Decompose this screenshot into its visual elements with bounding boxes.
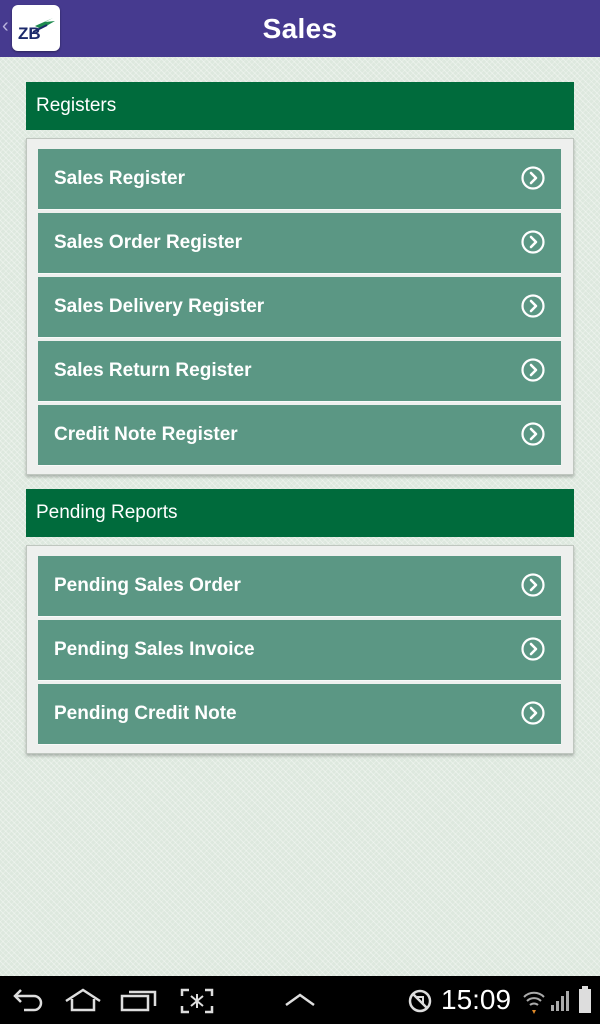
up-chevron-icon[interactable] xyxy=(284,992,316,1008)
home-icon[interactable] xyxy=(63,988,103,1012)
menu-item-pending-sales-order[interactable]: Pending Sales Order xyxy=(38,556,561,616)
battery-icon xyxy=(579,986,591,1013)
menu-item-sales-order-register[interactable]: Sales Order Register xyxy=(38,213,561,273)
back-chevron-icon[interactable]: ‹ xyxy=(2,16,9,36)
wifi-icon xyxy=(523,991,545,1014)
menu-item-label: Pending Credit Note xyxy=(54,703,237,724)
chevron-right-circle-icon xyxy=(521,230,545,254)
chevron-right-circle-icon xyxy=(521,637,545,661)
menu-item-pending-sales-invoice[interactable]: Pending Sales Invoice xyxy=(38,620,561,680)
system-navigation-bar: 15:09 xyxy=(0,976,600,1024)
chevron-right-circle-icon xyxy=(521,358,545,382)
zb-logo-icon: ZB xyxy=(18,18,55,43)
menu-item-label: Credit Note Register xyxy=(54,424,238,445)
section-header-pending-reports: Pending Reports xyxy=(26,489,574,537)
menu-item-sales-register[interactable]: Sales Register xyxy=(38,149,561,209)
menu-item-sales-return-register[interactable]: Sales Return Register xyxy=(38,341,561,401)
menu-item-pending-credit-note[interactable]: Pending Credit Note xyxy=(38,684,561,744)
menu-item-label: Pending Sales Order xyxy=(54,575,241,596)
action-bar: ‹ ZB Sales xyxy=(0,0,600,57)
pending-reports-panel: Pending Sales Order Pending Sales Invoic… xyxy=(26,545,574,754)
chevron-right-circle-icon xyxy=(521,294,545,318)
menu-item-label: Sales Order Register xyxy=(54,232,242,253)
section-header-registers: Registers xyxy=(26,82,574,130)
page-title: Sales xyxy=(262,12,338,44)
menu-item-label: Sales Return Register xyxy=(54,360,252,381)
signal-icon xyxy=(551,991,569,1011)
menu-item-label: Sales Delivery Register xyxy=(54,296,265,317)
status-time: 15:09 xyxy=(441,984,512,1015)
back-icon[interactable] xyxy=(10,988,46,1012)
menu-item-sales-delivery-register[interactable]: Sales Delivery Register xyxy=(38,277,561,337)
screenshot-icon[interactable] xyxy=(180,988,214,1014)
chevron-right-circle-icon xyxy=(521,166,545,190)
menu-item-credit-note-register[interactable]: Credit Note Register xyxy=(38,405,561,465)
app-logo[interactable]: ZB xyxy=(12,5,60,51)
registers-panel: Sales Register Sales Order Register Sale… xyxy=(26,138,574,475)
chevron-right-circle-icon xyxy=(521,573,545,597)
chevron-right-circle-icon xyxy=(521,422,545,446)
menu-item-label: Pending Sales Invoice xyxy=(54,639,255,660)
recent-apps-icon[interactable] xyxy=(120,988,158,1012)
chevron-right-circle-icon xyxy=(521,701,545,725)
menu-item-label: Sales Register xyxy=(54,168,185,189)
sync-blocked-icon xyxy=(408,989,432,1013)
